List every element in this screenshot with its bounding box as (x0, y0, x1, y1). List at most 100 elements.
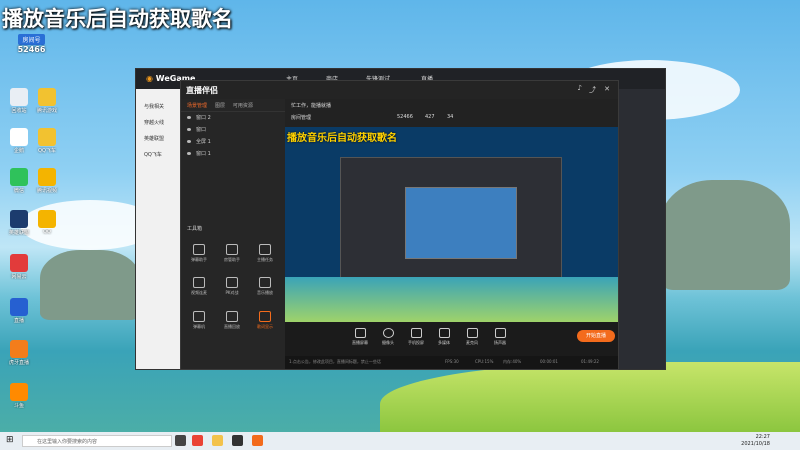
tool-icon (226, 311, 238, 322)
media-icon (438, 328, 450, 338)
camera-button[interactable]: 摄像头 (373, 328, 403, 346)
grass-field (380, 362, 800, 432)
tool-icon (193, 244, 205, 255)
recycle-bin-icon (10, 88, 28, 106)
system-clock[interactable]: 22:27 2021/10/18 (741, 434, 770, 448)
chrome-icon[interactable] (192, 435, 203, 446)
sidebar-item[interactable]: QQ飞车 (136, 147, 186, 163)
music-icon (259, 311, 271, 322)
room-badge: 房间号 52466 (4, 34, 59, 76)
room-title[interactable]: 忙工作，能播就播 (291, 102, 331, 109)
huya-icon (10, 340, 28, 358)
tool-icon (259, 244, 271, 255)
tab-resource[interactable]: 可用资源 (233, 102, 253, 109)
tool-item[interactable]: PK对战 (216, 277, 248, 296)
tab-layer[interactable]: 图层 (215, 102, 225, 109)
desktop-icon[interactable]: QQ飞车 (30, 128, 64, 154)
viewer-count: 34 (447, 114, 454, 120)
eye-icon (187, 140, 191, 143)
eye-icon (187, 152, 191, 155)
tool-item[interactable]: 主播任务 (249, 244, 281, 263)
start-live-button[interactable]: 开始直播 (577, 330, 615, 342)
live-duration: 00:00:01 (540, 359, 558, 364)
helper-titlebar[interactable]: 直播伴侣 ✕ ⤴ ♪ (181, 81, 618, 99)
task-view-icon[interactable] (175, 435, 186, 446)
netease-music-icon (10, 254, 28, 272)
desktop-icon[interactable]: 虎牙直播 (2, 340, 36, 366)
tool-item[interactable]: 音乐播放 (249, 277, 281, 296)
app-icon (38, 168, 56, 186)
nested-preview (405, 187, 517, 259)
control-bar: 直播屏幕 摄像头 手机投屏 多媒体 麦克风 扬声器 开始直播 1.点击公告，修改… (285, 322, 618, 369)
floating-island (40, 250, 140, 320)
tool-item[interactable]: 房管助手 (216, 244, 248, 263)
speaker-icon (494, 328, 506, 338)
tool-item[interactable]: 视频连麦 (183, 277, 215, 296)
scene-item[interactable]: 窗口 (181, 124, 285, 136)
tool-item[interactable]: 直播回放 (216, 311, 248, 330)
room-manage[interactable]: 房间管理 (291, 114, 311, 121)
share-icon[interactable]: ⤴ (589, 85, 596, 95)
media-button[interactable]: 多媒体 (429, 328, 459, 346)
scene-item[interactable]: 全屏 1 (181, 136, 285, 148)
room-id: 52466 (397, 114, 413, 120)
speaker-button[interactable]: 扬声器 (485, 328, 515, 346)
tab-scene[interactable]: 场景管理 (187, 102, 207, 109)
sidebar-item[interactable]: 与我相关 (136, 99, 186, 115)
app-icon (38, 128, 56, 146)
room-tag: 房间号 (18, 34, 45, 45)
scene-panel: 场景管理 图层 可用资源 窗口 2 窗口 全屏 1 窗口 1 工具箱 弹幕助手 … (181, 99, 286, 369)
room-info: 忙工作，能播就播 房间管理 52466 427 34 (285, 99, 618, 127)
wechat-icon (10, 168, 28, 186)
eye-icon (187, 128, 191, 131)
wegame-taskbar-icon[interactable] (232, 435, 243, 446)
app-icon (38, 210, 56, 228)
helper-logo: 直播伴侣 (186, 86, 218, 95)
preview-landscape (285, 277, 618, 322)
douyu-icon (10, 383, 28, 401)
desktop-icon[interactable]: 腾讯视频 (30, 168, 64, 194)
tool-item[interactable]: 弹幕助手 (183, 244, 215, 263)
monitor-icon (354, 328, 366, 338)
scene-item[interactable]: 窗口 2 (181, 112, 285, 124)
desktop-icon[interactable]: 网易云 (2, 254, 36, 280)
panel-tabs: 场景管理 图层 可用资源 (181, 99, 285, 112)
tool-icon (226, 244, 238, 255)
tool-item[interactable]: 歌词显示 (249, 311, 281, 330)
room-number: 52466 (17, 45, 46, 54)
game-icon (38, 88, 56, 106)
phone-icon (410, 328, 422, 338)
taskbar-search-input[interactable]: 在这里输入你要搜索的内容 (22, 435, 172, 447)
screen-button[interactable]: 直播屏幕 (345, 328, 375, 346)
sidebar-item[interactable]: 穿越火线 (136, 115, 186, 131)
preview-title: 播放音乐后自动获取歌名 (287, 133, 397, 144)
phone-button[interactable]: 手机投屏 (401, 328, 431, 346)
windows-start-icon[interactable]: ⊞ (6, 435, 14, 445)
desktop-icon[interactable]: QQ (30, 210, 64, 235)
eye-icon (187, 116, 191, 119)
camera-icon (382, 328, 394, 338)
sidebar-item[interactable]: 英雄联盟 (136, 131, 186, 147)
tool-item[interactable]: 弹幕机 (183, 311, 215, 330)
stream-title-overlay: 播放音乐后自动获取歌名 (2, 7, 233, 31)
toolbox-title: 工具箱 (187, 226, 203, 232)
clock-text: 01:49:22 (581, 359, 599, 364)
scene-item[interactable]: 窗口 1 (181, 148, 285, 160)
close-icon[interactable]: ✕ (604, 85, 610, 93)
live-helper-taskbar-icon[interactable] (252, 435, 263, 446)
tool-icon (259, 277, 271, 288)
wegame-sidebar: 与我相关 穿越火线 英雄联盟 QQ飞车 (136, 89, 186, 369)
mem-text: 内存:40% (503, 359, 522, 364)
taskbar: ⊞ 在这里输入你要搜索的内容 22:27 2021/10/18 (0, 432, 800, 450)
mic-button[interactable]: 麦克风 (457, 328, 487, 346)
wegame-right-panel (616, 89, 665, 369)
folder-icon[interactable] (212, 435, 223, 446)
stream-preview[interactable]: 播放音乐后自动获取歌名 (285, 127, 618, 322)
desktop-icon[interactable]: 腾讯游戏 (30, 88, 64, 114)
live-helper-window[interactable]: 直播伴侣 ✕ ⤴ ♪ 场景管理 图层 可用资源 窗口 2 窗口 全屏 1 窗口 … (180, 80, 619, 370)
desktop-icon[interactable]: 斗鱼 (2, 383, 36, 409)
bell-icon[interactable]: ♪ (578, 84, 582, 92)
desktop-icon[interactable]: 直播 (2, 298, 36, 324)
cpu-text: CPU:15% (475, 359, 494, 364)
likes-count: 427 (425, 114, 435, 120)
